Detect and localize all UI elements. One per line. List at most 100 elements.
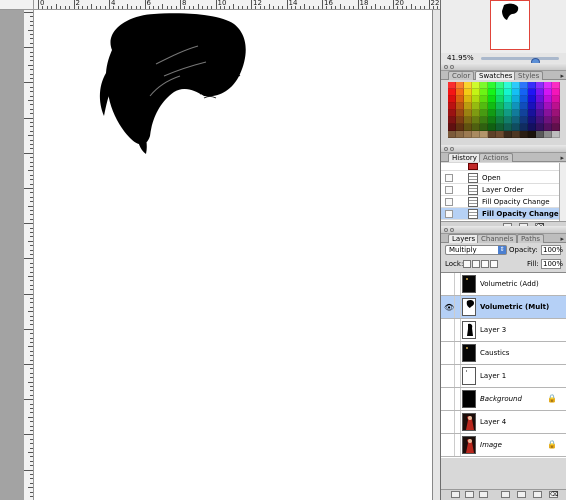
ruler-origin[interactable] [0, 0, 34, 10]
new-layer-icon[interactable] [533, 491, 542, 498]
color-swatch[interactable] [552, 131, 560, 138]
color-swatch[interactable] [536, 110, 544, 117]
color-swatch[interactable] [480, 89, 488, 96]
horizontal-ruler[interactable]: 0 2 4 6 8 10 12 14 16 18 20 22 [34, 0, 440, 10]
color-swatch[interactable] [520, 110, 528, 117]
color-swatch[interactable] [536, 89, 544, 96]
color-swatch[interactable] [504, 89, 512, 96]
color-swatch[interactable] [528, 89, 536, 96]
palette-menu-arrow-icon[interactable]: ▸ [560, 72, 564, 80]
close-dot-icon[interactable] [444, 65, 448, 69]
color-swatch[interactable] [448, 82, 456, 89]
color-swatch[interactable] [488, 131, 496, 138]
color-swatch[interactable] [456, 82, 464, 89]
history-item[interactable]: Fill Opacity Change [441, 208, 559, 220]
color-swatch[interactable] [504, 96, 512, 103]
lock-position-icon[interactable] [481, 260, 489, 268]
layer-mask-icon[interactable] [479, 491, 488, 498]
color-swatch[interactable] [544, 110, 552, 117]
history-source-checkbox[interactable] [445, 174, 453, 182]
color-swatch[interactable] [488, 82, 496, 89]
tab-history[interactable]: History [448, 153, 481, 162]
color-swatch[interactable] [552, 82, 560, 89]
color-swatch[interactable] [488, 124, 496, 131]
layer-link-toggle[interactable] [455, 296, 461, 318]
layer-visibility-toggle[interactable] [441, 342, 455, 364]
color-swatch[interactable] [552, 124, 560, 131]
color-swatch[interactable] [520, 131, 528, 138]
layer-row[interactable]: Layer 3 [441, 319, 566, 342]
color-swatch[interactable] [520, 89, 528, 96]
layers-palette-titlebar[interactable] [441, 226, 566, 234]
color-swatch[interactable] [496, 117, 504, 124]
color-swatch[interactable] [496, 124, 504, 131]
minimize-dot-icon[interactable] [450, 147, 454, 151]
color-swatch[interactable] [512, 89, 520, 96]
color-swatch[interactable] [472, 131, 480, 138]
color-swatch[interactable] [472, 117, 480, 124]
color-swatch[interactable] [512, 124, 520, 131]
close-dot-icon[interactable] [444, 147, 448, 151]
color-swatch[interactable] [496, 89, 504, 96]
color-swatch[interactable] [504, 124, 512, 131]
color-swatch[interactable] [512, 131, 520, 138]
color-swatch[interactable] [456, 131, 464, 138]
color-swatch[interactable] [488, 96, 496, 103]
color-swatch[interactable] [512, 96, 520, 103]
palette-menu-arrow-icon[interactable]: ▸ [560, 154, 564, 162]
color-swatch[interactable] [528, 117, 536, 124]
color-swatch[interactable] [464, 82, 472, 89]
color-swatch[interactable] [448, 89, 456, 96]
layer-row[interactable]: 👁 Volumetric (Mult) [441, 296, 566, 319]
fill-field[interactable]: 100% [541, 259, 563, 269]
color-swatch[interactable] [528, 131, 536, 138]
color-swatch[interactable] [488, 89, 496, 96]
color-swatch[interactable] [448, 96, 456, 103]
color-swatch[interactable] [520, 103, 528, 110]
layer-link-toggle[interactable] [455, 411, 461, 433]
color-swatch[interactable] [464, 131, 472, 138]
layer-visibility-toggle[interactable] [441, 411, 455, 433]
history-source-checkbox[interactable] [445, 186, 453, 194]
layer-link-toggle[interactable] [455, 388, 461, 410]
color-swatch[interactable] [536, 96, 544, 103]
swatches-palette-titlebar[interactable] [441, 63, 566, 71]
color-swatch[interactable] [504, 131, 512, 138]
tab-actions[interactable]: Actions [479, 153, 513, 162]
color-swatch[interactable] [520, 96, 528, 103]
tab-color[interactable]: Color [448, 71, 475, 80]
color-swatch[interactable] [480, 131, 488, 138]
history-item[interactable]: Fill Opacity Change [441, 196, 559, 208]
color-swatch[interactable] [504, 117, 512, 124]
color-swatch[interactable] [480, 124, 488, 131]
layer-visibility-toggle[interactable] [441, 388, 455, 410]
color-swatch[interactable] [448, 124, 456, 131]
color-swatch[interactable] [472, 89, 480, 96]
lock-all-icon[interactable] [490, 260, 498, 268]
history-scrollbar[interactable] [559, 163, 566, 223]
color-swatch[interactable] [544, 117, 552, 124]
color-swatch[interactable] [488, 110, 496, 117]
navigator-view-frame[interactable] [490, 0, 530, 50]
lock-image-icon[interactable] [472, 260, 480, 268]
color-swatch[interactable] [496, 131, 504, 138]
tab-paths[interactable]: Paths [517, 234, 545, 243]
color-swatch[interactable] [504, 103, 512, 110]
color-swatch[interactable] [464, 110, 472, 117]
layer-link-toggle[interactable] [455, 319, 461, 341]
history-snapshot[interactable] [441, 163, 559, 171]
zoom-value[interactable]: 41.95% [447, 54, 474, 62]
color-swatch[interactable] [464, 124, 472, 131]
color-swatch[interactable] [464, 96, 472, 103]
color-swatch[interactable] [464, 117, 472, 124]
tab-layers[interactable]: Layers [448, 234, 480, 243]
layer-visibility-toggle[interactable] [441, 319, 455, 341]
color-swatch[interactable] [456, 89, 464, 96]
layer-visibility-toggle[interactable]: 👁 [441, 296, 455, 318]
color-swatch[interactable] [480, 96, 488, 103]
color-swatch[interactable] [544, 89, 552, 96]
layer-link-toggle[interactable] [455, 342, 461, 364]
tab-styles[interactable]: Styles [514, 71, 544, 80]
color-swatch[interactable] [536, 103, 544, 110]
color-swatch[interactable] [472, 110, 480, 117]
